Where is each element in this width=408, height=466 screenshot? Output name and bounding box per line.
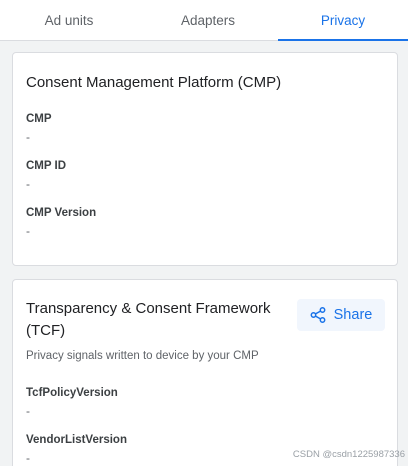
tcf-card: Transparency & Consent Framework (TCF) S…	[12, 279, 398, 466]
cmp-value: -	[26, 130, 30, 144]
cmp-id-value: -	[26, 177, 30, 191]
tab-adapters-label: Adapters	[180, 12, 236, 28]
tab-privacy[interactable]: Privacy	[278, 0, 408, 41]
tab-ad-units[interactable]: Ad units	[0, 0, 138, 40]
tcf-policy-version-value: -	[26, 404, 30, 418]
cmp-card-title: Consent Management Platform (CMP)	[26, 74, 282, 91]
cmp-card: Consent Management Platform (CMP) CMP - …	[12, 52, 398, 266]
share-icon	[310, 307, 326, 323]
share-button[interactable]: Share	[297, 299, 385, 331]
tcf-card-title: Transparency & Consent Framework (TCF)	[26, 300, 271, 339]
tab-adapters[interactable]: Adapters	[138, 0, 278, 40]
tab-bar: Ad units Adapters Privacy	[0, 0, 408, 41]
watermark: CSDN @csdn1225987336	[292, 449, 405, 460]
cmp-label: CMP	[26, 113, 52, 125]
cmp-version-value: -	[26, 224, 30, 238]
tab-ad-units-label: Ad units	[44, 12, 94, 28]
tcf-policy-version-label: TcfPolicyVersion	[26, 387, 118, 399]
cmp-version-label: CMP Version	[26, 207, 97, 219]
share-button-label: Share	[333, 307, 373, 323]
tab-privacy-label: Privacy	[320, 12, 366, 28]
cmp-id-label: CMP ID	[26, 160, 67, 172]
tcf-description: Privacy signals written to device by you…	[26, 350, 259, 362]
vendor-list-version-label: VendorListVersion	[26, 434, 127, 446]
privacy-screen: Ad units Adapters Privacy Consent Manage…	[0, 0, 408, 466]
vendor-list-version-value: -	[26, 451, 30, 465]
